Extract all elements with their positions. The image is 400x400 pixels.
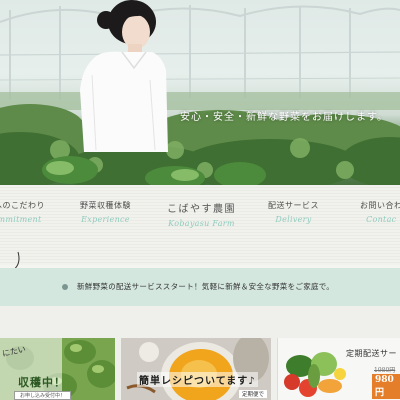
nav-label-ja: お問い合わ — [360, 201, 400, 210]
banner-section: にたい 収穫中！ お申し込み受付中！ 簡単レシピついてます♪ 定期便で 定期配送… — [0, 306, 400, 400]
price-badge: 980円 — [372, 374, 400, 399]
nav-item-experience[interactable]: 野菜収穫体験 Experience — [80, 200, 131, 224]
global-nav: へのこだわり mmitment 野菜収穫体験 Experience こばやす農園… — [0, 185, 400, 265]
nav-label-en: Experience — [81, 215, 130, 224]
banner-harvest[interactable]: にたい 収穫中！ お申し込み受付中！ — [0, 338, 115, 400]
bullet-icon — [62, 284, 68, 290]
nav-logo-kobayasu-farm[interactable]: こばやす農園 Kobayasu Farm — [167, 200, 236, 228]
banner-recipe[interactable]: 簡単レシピついてます♪ 定期便で — [121, 338, 271, 400]
nav-item-commitment[interactable]: へのこだわり mmitment — [0, 200, 45, 224]
recipe-title: 簡単レシピついてます♪ — [137, 372, 258, 387]
nav-label-ja: 野菜収穫体験 — [80, 201, 131, 210]
nav-label-en: Delivery — [275, 215, 312, 224]
nav-label-ja: へのこだわり — [0, 201, 45, 210]
farmer-figure — [80, 0, 168, 152]
hero-banner: 安心・安全・新鮮な野菜をお届けします。 — [0, 0, 400, 185]
site-logo-en: Kobayasu Farm — [168, 219, 235, 228]
nav-label-ja: 配送サービス — [268, 201, 319, 210]
hero-photo — [0, 0, 400, 185]
page: 安心・安全・新鮮な野菜をお届けします。 へのこだわり mmitment 野菜収穫… — [0, 0, 400, 400]
news-bar: 新鮮野菜の配送サービススタート！気軽に新鮮＆安全な野菜をご家庭で。 — [0, 268, 400, 306]
recipe-tag: 定期便で — [238, 390, 267, 398]
hero-tagline: 安心・安全・新鮮な野菜をお届けします。 — [180, 112, 388, 123]
site-logo-ja: こばやす農園 — [167, 204, 236, 215]
nav-label-en: Contac — [366, 215, 397, 224]
harvest-title: 収穫中！ — [18, 376, 66, 389]
nav-item-contact[interactable]: お問い合わ Contac — [360, 200, 400, 224]
nav-item-delivery[interactable]: 配送サービス Delivery — [268, 200, 319, 224]
news-link[interactable]: 新鮮野菜の配送サービススタート！気軽に新鮮＆安全な野菜をご家庭で。 — [77, 281, 334, 292]
nav-label-en: mmitment — [0, 215, 42, 224]
vegetable-basket-photo — [284, 352, 346, 397]
old-price: 1980円 — [374, 367, 396, 374]
subscription-title: 定期配送サー — [346, 349, 397, 358]
banner-subscription[interactable]: 定期配送サー 1980円 980円 — [277, 338, 400, 400]
apply-button[interactable]: お申し込み受付中！ — [14, 391, 72, 400]
